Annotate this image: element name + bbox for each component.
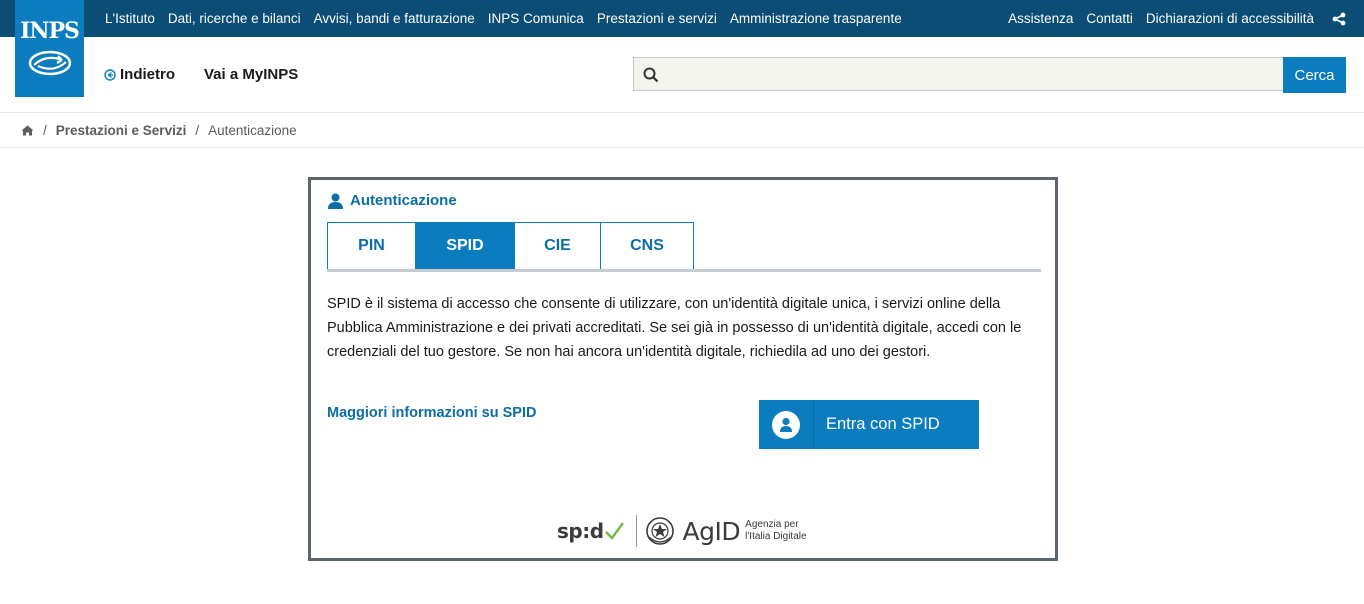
italian-emblem-icon xyxy=(645,517,674,545)
nav-item-istituto[interactable]: L'Istituto xyxy=(105,11,155,26)
breadcrumb-item-current: Autenticazione xyxy=(208,122,297,138)
tabs-underline xyxy=(327,269,1041,272)
auth-title-text: Autenticazione xyxy=(350,192,457,209)
user-icon xyxy=(328,193,343,209)
tab-spid[interactable]: SPID xyxy=(416,222,515,270)
search-icon xyxy=(643,67,659,83)
breadcrumb: / Prestazioni e Servizi / Autenticazione xyxy=(21,122,297,138)
search-input[interactable] xyxy=(666,58,1276,90)
nav-item-accessibilita[interactable]: Dichiarazioni di accessibilità xyxy=(1146,11,1314,26)
nav-item-assistenza[interactable]: Assistenza xyxy=(1008,11,1073,26)
spid-logo-text: sp:d xyxy=(557,519,604,543)
nav-item-trasparente[interactable]: Amministrazione trasparente xyxy=(730,11,902,26)
top-navigation-bar: L'Istituto Dati, ricerche e bilanci Avvi… xyxy=(0,0,1364,37)
back-arrow-icon xyxy=(104,68,116,81)
spid-more-info-link[interactable]: Maggiori informazioni su SPID xyxy=(327,405,536,421)
spid-login-button[interactable]: Entra con SPID xyxy=(759,400,979,449)
auth-panel: Autenticazione PIN SPID CIE CNS SPID è i… xyxy=(308,177,1058,561)
nav-item-dati[interactable]: Dati, ricerche e bilanci xyxy=(168,11,301,26)
nav-item-contatti[interactable]: Contatti xyxy=(1086,11,1133,26)
logo-divider xyxy=(635,515,637,547)
auth-panel-title: Autenticazione xyxy=(327,192,457,209)
spid-logo: sp:d xyxy=(557,519,624,543)
breadcrumb-separator: / xyxy=(43,122,47,138)
agid-subtitle-line: l'Italia Digitale xyxy=(745,531,807,542)
spid-login-label: Entra con SPID xyxy=(826,415,940,433)
myinps-link[interactable]: Vai a MyINPS xyxy=(204,66,298,83)
breadcrumb-item-prestazioni[interactable]: Prestazioni e Servizi xyxy=(56,123,187,138)
check-icon xyxy=(604,522,624,540)
main-nav: L'Istituto Dati, ricerche e bilanci Avvi… xyxy=(105,0,915,37)
breadcrumb-divider xyxy=(0,147,1364,148)
agid-name: AgID xyxy=(682,516,741,546)
spid-description: SPID è il sistema di accesso che consent… xyxy=(327,296,1022,360)
auth-tabs: PIN SPID CIE CNS xyxy=(327,222,694,270)
tab-cie[interactable]: CIE xyxy=(515,222,601,270)
spid-user-icon xyxy=(759,400,814,449)
back-label: Indietro xyxy=(120,66,175,83)
search-button[interactable]: Cerca xyxy=(1283,57,1346,93)
home-icon[interactable] xyxy=(21,125,34,136)
tab-pin[interactable]: PIN xyxy=(327,222,416,270)
agid-subtitle: Agenzia per l'Italia Digitale xyxy=(745,519,806,543)
agid-subtitle-line: Agenzia per xyxy=(745,519,799,530)
back-link[interactable]: Indietro xyxy=(104,66,175,83)
nav-item-prestazioni[interactable]: Prestazioni e servizi xyxy=(597,11,717,26)
utility-nav: Assistenza Contatti Dichiarazioni di acc… xyxy=(995,0,1346,37)
header-row: Indietro Vai a MyINPS Cerca xyxy=(0,37,1364,113)
breadcrumb-separator: / xyxy=(195,122,200,138)
tab-cns[interactable]: CNS xyxy=(601,222,694,270)
partner-logos: sp:d AgID Agenzia per l'Italia Digitale xyxy=(557,513,807,549)
nav-item-comunica[interactable]: INPS Comunica xyxy=(488,11,584,26)
search-box xyxy=(633,57,1284,91)
share-icon[interactable] xyxy=(1332,12,1346,26)
nav-item-avvisi[interactable]: Avvisi, bandi e fatturazione xyxy=(314,11,475,26)
